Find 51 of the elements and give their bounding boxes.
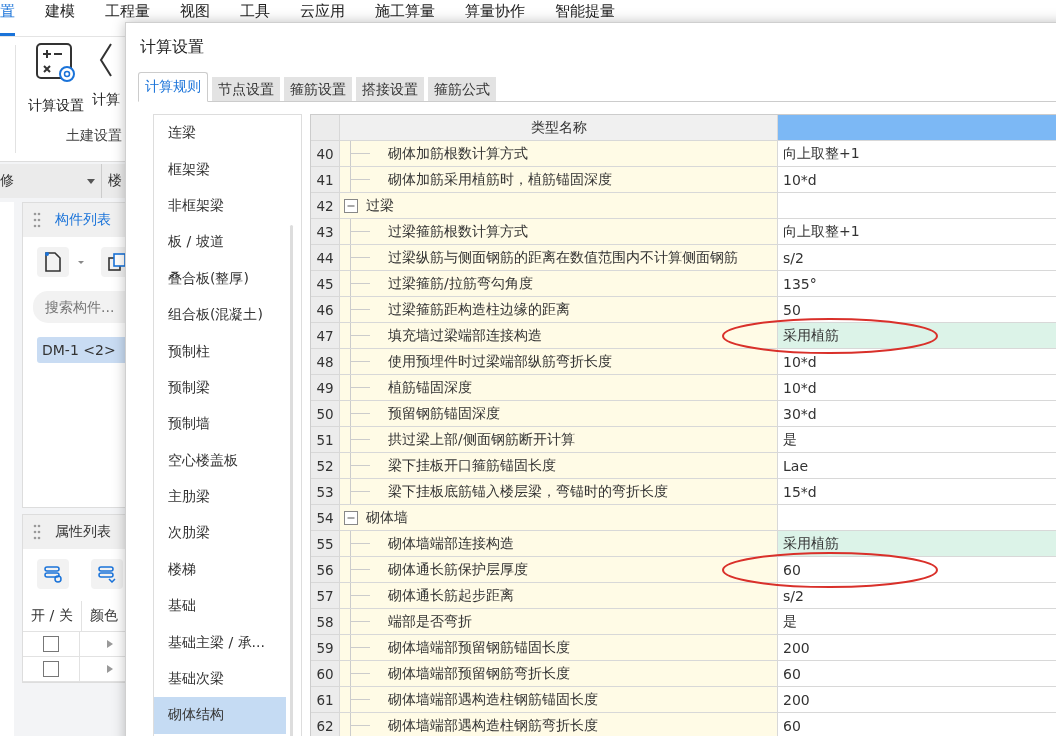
row-number: 41	[311, 167, 340, 193]
row-number: 55	[311, 531, 340, 557]
row-number: 46	[311, 297, 340, 323]
table-cell: 砌体墙端部预留钢筋弯折长度	[340, 661, 778, 687]
table-cell: 使用预埋件时过梁端部纵筋弯折长度	[340, 349, 778, 375]
row-number: 56	[311, 557, 340, 583]
table-cell: 过梁纵筋与侧面钢筋的距离在数值范围内不计算侧面钢筋	[340, 245, 778, 271]
table-cell: 预留钢筋锚固深度	[340, 401, 778, 427]
table-cell: 砌体墙端部遇构造柱钢筋弯折长度	[340, 713, 778, 736]
table-cell: 植筋锚固深度	[340, 375, 778, 401]
table-cell: 过梁箍筋根数计算方式	[340, 219, 778, 245]
row-number: 45	[311, 271, 340, 297]
group-label: 砌体墙	[366, 508, 408, 527]
row-number: 50	[311, 401, 340, 427]
row-number: 42	[311, 193, 340, 219]
column-header: 开 / 关	[23, 601, 82, 631]
table-cell: 过梁箍筋/拉筋弯勾角度	[340, 271, 778, 297]
row-number: 57	[311, 583, 340, 609]
table-cell: 填充墙过梁端部连接构造	[340, 323, 778, 349]
row-number: 60	[311, 661, 340, 687]
row-number: 48	[311, 349, 340, 375]
table-cell: 梁下挂板底筋锚入楼层梁，弯锚时的弯折长度	[340, 479, 778, 505]
dialog-title: 计算设置	[139, 36, 205, 58]
table-cell: 拱过梁上部/侧面钢筋断开计算	[340, 427, 778, 453]
table-cell: 砌体加筋采用植筋时，植筋锚固深度	[340, 167, 778, 193]
row-number: 58	[311, 609, 340, 635]
column-header: 类型名称	[340, 115, 778, 141]
row-number: 54	[311, 505, 340, 531]
row-number: 52	[311, 453, 340, 479]
table-cell: 砌体加筋根数计算方式	[340, 141, 778, 167]
table-cell: 过梁箍筋距构造柱边缘的距离	[340, 297, 778, 323]
row-number: 59	[311, 635, 340, 661]
table-cell: 端部是否弯折	[340, 609, 778, 635]
row-number: 61	[311, 687, 340, 713]
row-number: 40	[311, 141, 340, 167]
row-number: 62	[311, 713, 340, 736]
row-number: 53	[311, 479, 340, 505]
table-cell: 砌体墙端部遇构造柱钢筋锚固长度	[340, 687, 778, 713]
table-cell: 砌体通长筋起步距离	[340, 583, 778, 609]
table-cell: 梁下挂板开口箍筋锚固长度	[340, 453, 778, 479]
table-cell: 砌体通长筋保护层厚度	[340, 557, 778, 583]
row-number: 47	[311, 323, 340, 349]
row-number: 44	[311, 245, 340, 271]
group-label: 土建设置	[66, 127, 122, 145]
row-number: 43	[311, 219, 340, 245]
panel-title: 属性列表	[55, 523, 111, 541]
group-label: 过梁	[366, 196, 394, 215]
table-cell: 砌体墙端部预留钢筋锚固长度	[340, 635, 778, 661]
row-number: 51	[311, 427, 340, 453]
table-cell: 砌体墙端部连接构造	[340, 531, 778, 557]
row-number: 49	[311, 375, 340, 401]
